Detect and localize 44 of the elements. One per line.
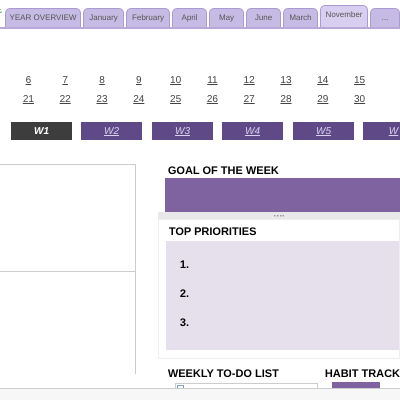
week-button[interactable]: W1 [11, 122, 72, 140]
date-link[interactable]: 28 [268, 92, 304, 107]
section-title: TOP PRIORITIES [168, 225, 258, 239]
priority-number: 2. [180, 287, 190, 301]
date-link[interactable]: 29 [304, 92, 342, 107]
sheet-tab[interactable]: February [126, 8, 170, 27]
date-link[interactable]: 21 [10, 92, 47, 107]
date-link[interactable]: 7 [46, 73, 84, 88]
section-title: HABIT TRACK [324, 367, 400, 381]
week-button[interactable]: W3 [152, 122, 213, 140]
sheet-tab[interactable]: YEAR OVERVIEW [5, 8, 81, 27]
date-link[interactable]: 27 [230, 92, 268, 107]
date-link[interactable]: 30 [341, 92, 378, 107]
sheet-tab[interactable]: November [320, 5, 368, 27]
sheet-tab[interactable]: March [283, 8, 318, 27]
date-link[interactable]: 15 [341, 73, 378, 88]
date-link[interactable]: 8 [84, 73, 120, 88]
goal-field[interactable] [164, 178, 400, 212]
sheet-tab[interactable]: April [172, 8, 207, 27]
date-link[interactable]: 6 [10, 73, 47, 88]
date-link[interactable]: 22 [46, 92, 84, 107]
date-link[interactable]: 23 [84, 92, 120, 107]
week-button[interactable]: W4 [222, 122, 283, 140]
section-title: GOAL OF THE WEEK [168, 164, 280, 178]
sheet-tab[interactable]: May [209, 8, 244, 27]
sheet-tab[interactable]: June [246, 8, 281, 27]
week-button[interactable]: W2 [81, 122, 142, 140]
date-link[interactable]: 25 [157, 92, 194, 107]
section-title: WEEKLY TO-DO LIST [168, 367, 280, 381]
sheet-tab[interactable]: January [83, 8, 124, 27]
week-button[interactable]: W5 [293, 122, 354, 140]
date-link[interactable]: 10 [157, 73, 194, 88]
date-link[interactable]: 13 [268, 73, 304, 88]
date-link[interactable]: 14 [304, 73, 342, 88]
week-button[interactable]: W [363, 122, 400, 140]
priority-number: 3. [180, 316, 190, 330]
date-link[interactable]: 11 [194, 73, 231, 88]
resize-handle-icon[interactable] [274, 214, 284, 216]
date-link[interactable]: 26 [194, 92, 231, 107]
priority-number: 1. [180, 258, 190, 272]
date-link[interactable]: 12 [230, 73, 268, 88]
sheet-tab[interactable]: ... [370, 8, 400, 27]
date-link[interactable]: 9 [120, 73, 158, 88]
date-link[interactable]: 24 [120, 92, 158, 107]
